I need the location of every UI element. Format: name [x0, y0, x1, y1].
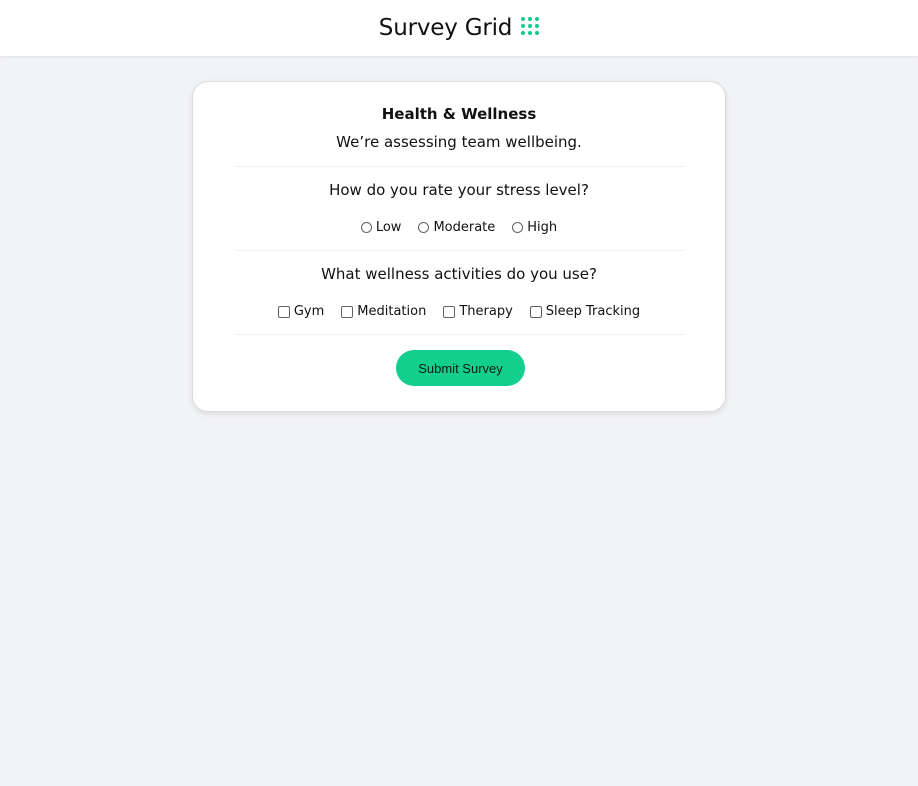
radio-option-high[interactable]: High: [512, 220, 557, 235]
wellness-activity-options: Gym Meditation Therapy Sleep Tracking: [193, 304, 725, 319]
grid-dots-icon: [521, 17, 540, 35]
survey-card: Health & Wellness We’re assessing team w…: [192, 81, 726, 412]
checkbox-option-meditation[interactable]: Meditation: [341, 304, 426, 319]
checkbox-option-therapy[interactable]: Therapy: [443, 304, 513, 319]
checkbox[interactable]: [529, 305, 542, 318]
question-wellness-activities: What wellness activities do you use?: [321, 265, 597, 283]
checkbox-option-gym[interactable]: Gym: [277, 304, 325, 319]
checkbox-label: Therapy: [459, 304, 513, 319]
top-bar: Survey Grid: [0, 0, 918, 56]
checkbox[interactable]: [443, 305, 456, 318]
radio-label: Moderate: [433, 220, 496, 235]
radio-label: High: [527, 220, 558, 235]
submit-survey-button[interactable]: Submit Survey: [396, 350, 525, 386]
divider: [235, 334, 685, 335]
divider: [235, 250, 685, 251]
radio-button[interactable]: [512, 222, 524, 233]
checkbox-label: Meditation: [357, 304, 427, 319]
checkbox[interactable]: [277, 305, 290, 318]
checkbox[interactable]: [341, 305, 354, 318]
radio-option-moderate[interactable]: Moderate: [418, 220, 495, 235]
checkbox-option-sleep-tracking[interactable]: Sleep Tracking: [529, 304, 641, 319]
stress-level-options: Low Moderate High: [193, 220, 725, 235]
radio-option-low[interactable]: Low: [360, 220, 402, 235]
divider: [235, 166, 685, 167]
radio-button[interactable]: [360, 222, 372, 233]
checkbox-label: Gym: [293, 304, 325, 319]
checkbox-label: Sleep Tracking: [545, 304, 641, 319]
radio-button[interactable]: [418, 222, 430, 233]
app-title: Survey Grid: [378, 15, 513, 41]
survey-description: We’re assessing team wellbeing.: [336, 133, 582, 151]
radio-label: Low: [375, 220, 402, 235]
question-stress-level: How do you rate your stress level?: [329, 181, 589, 199]
survey-title: Health & Wellness: [381, 105, 537, 123]
brand: Survey Grid: [378, 15, 540, 41]
